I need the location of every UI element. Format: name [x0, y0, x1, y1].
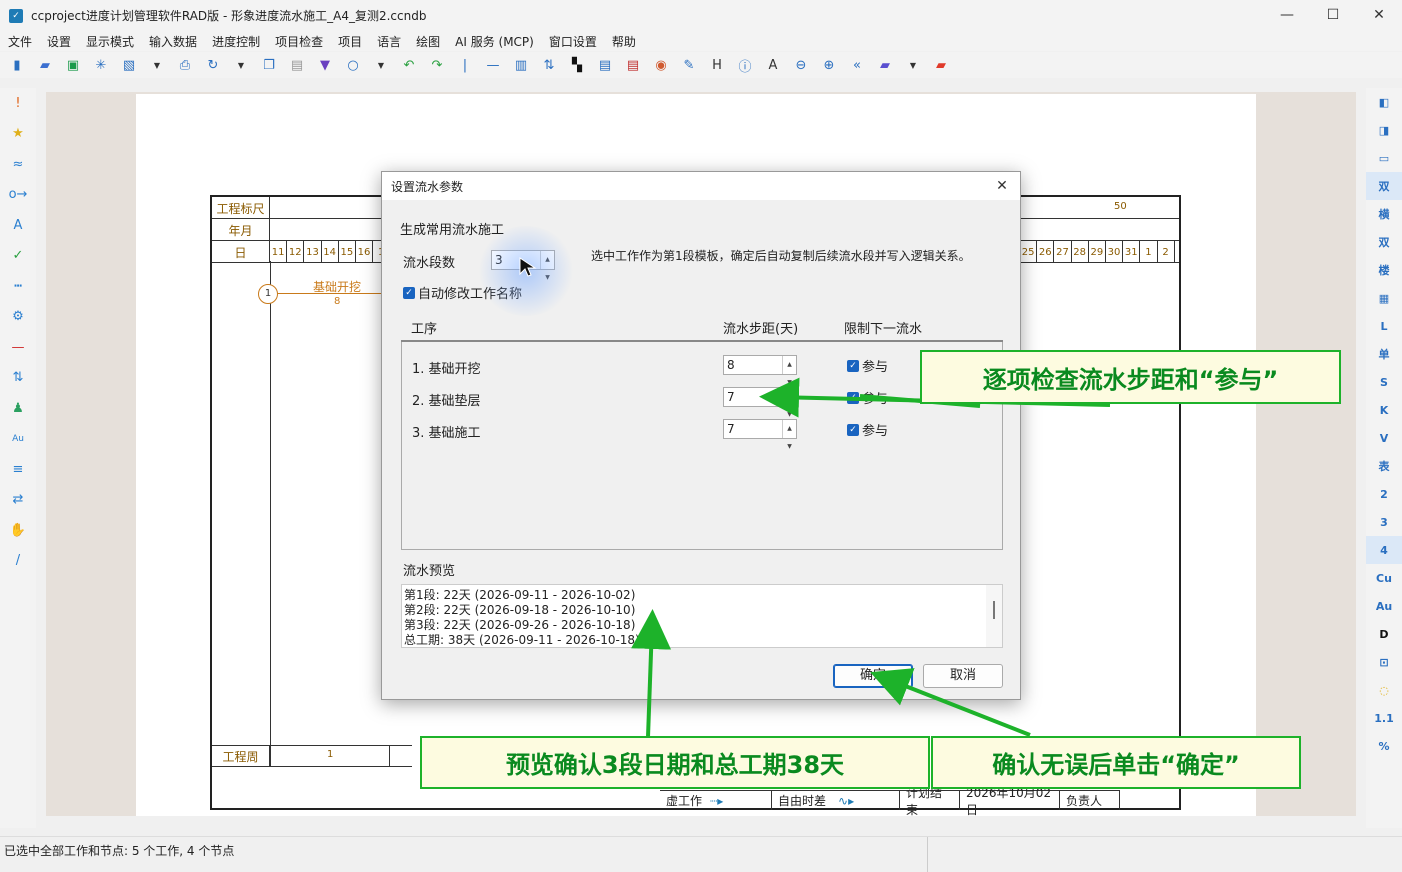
callout-click-ok: 确认无误后单击“确定” — [931, 736, 1301, 789]
callout-check-steps: 逐项检查流水步距和“参与” — [920, 350, 1341, 404]
callout-preview-confirm: 预览确认3段日期和总工期38天 — [420, 736, 930, 789]
